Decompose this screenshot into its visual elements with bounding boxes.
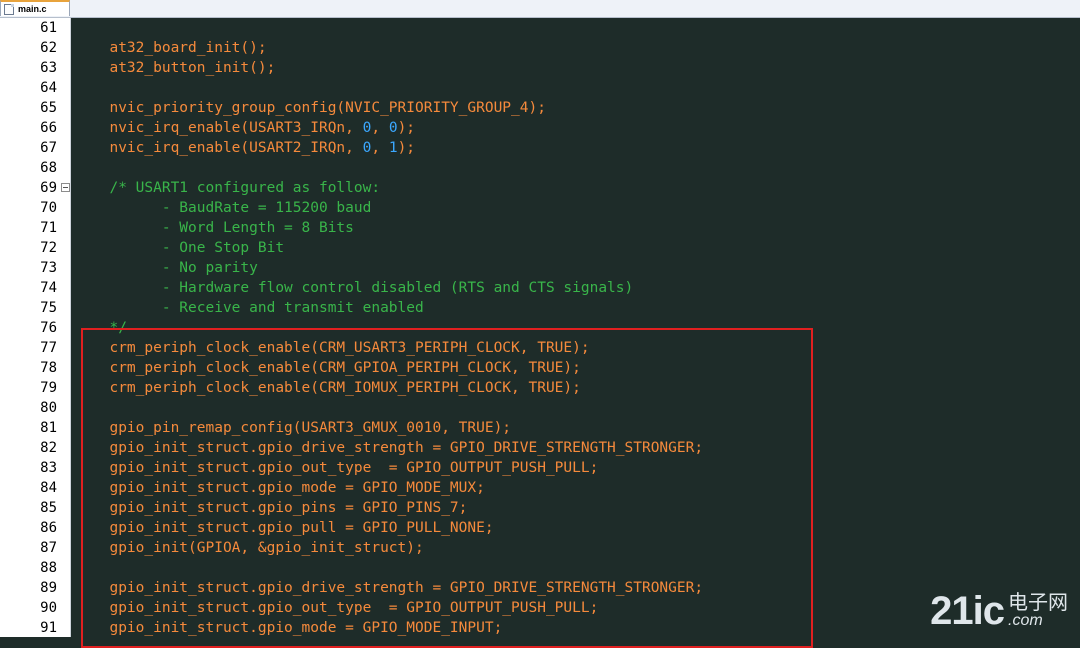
code-text: at32_board_init();	[92, 38, 267, 58]
code-token: nvic_irq_enable(USART2_IRQn,	[92, 140, 363, 156]
comment-token: - Receive and transmit enabled	[92, 300, 424, 316]
line-number: 79	[40, 380, 57, 396]
watermark-side: 电子网 .com	[1008, 591, 1068, 629]
code-text: - Receive and transmit enabled	[92, 298, 424, 318]
code-text: - BaudRate = 115200 baud	[92, 198, 372, 218]
line-number: 74	[40, 280, 57, 296]
number-token: 0	[388, 120, 398, 136]
code-line[interactable]: 64	[0, 78, 1080, 98]
line-number: 87	[40, 540, 57, 556]
tab-main-c[interactable]: main.c	[0, 0, 70, 16]
comment-token: - One Stop Bit	[92, 240, 285, 256]
line-number: 66	[40, 120, 57, 136]
line-number: 80	[40, 400, 57, 416]
code-text: - No parity	[92, 258, 258, 278]
line-number: 81	[40, 420, 57, 436]
number-token: 1	[388, 140, 398, 156]
code-line[interactable]: 75 - Receive and transmit enabled	[0, 298, 1080, 318]
code-line[interactable]: 70 - BaudRate = 115200 baud	[0, 198, 1080, 218]
code-text: nvic_irq_enable(USART2_IRQn, 0, 1);	[92, 138, 415, 158]
code-token: at32_button_init();	[92, 60, 276, 76]
file-icon	[4, 3, 14, 15]
line-number: 76	[40, 320, 57, 336]
highlight-box	[81, 328, 813, 648]
watermark-dot: .com	[1008, 612, 1043, 629]
code-text: at32_button_init();	[92, 58, 275, 78]
line-number: 75	[40, 300, 57, 316]
code-token: at32_board_init();	[92, 40, 267, 56]
line-number: 77	[40, 340, 57, 356]
code-line[interactable]: 74 - Hardware flow control disabled (RTS…	[0, 278, 1080, 298]
code-line[interactable]: 73 - No parity	[0, 258, 1080, 278]
line-number: 63	[40, 60, 57, 76]
line-number: 91	[40, 620, 57, 636]
code-token: );	[397, 140, 416, 156]
code-token: nvic_priority_group_config(NVIC_PRIORITY…	[92, 100, 546, 116]
code-line[interactable]: 62 at32_board_init();	[0, 38, 1080, 58]
code-text: nvic_irq_enable(USART3_IRQn, 0, 0);	[92, 118, 415, 138]
line-number: 67	[40, 140, 57, 156]
line-number: 61	[40, 20, 57, 36]
line-number: 68	[40, 160, 57, 176]
code-line[interactable]: 68	[0, 158, 1080, 178]
comment-token: - BaudRate = 115200 baud	[92, 200, 372, 216]
line-number: 70	[40, 200, 57, 216]
code-line[interactable]: 67 nvic_irq_enable(USART2_IRQn, 0, 1);	[0, 138, 1080, 158]
code-line[interactable]: 65 nvic_priority_group_config(NVIC_PRIOR…	[0, 98, 1080, 118]
line-number: 64	[40, 80, 57, 96]
line-number: 85	[40, 500, 57, 516]
code-text: /* USART1 configured as follow:	[92, 178, 380, 198]
comment-token: /* USART1 configured as follow:	[92, 180, 381, 196]
line-number: 90	[40, 600, 57, 616]
line-number: 72	[40, 240, 57, 256]
code-line[interactable]: 69 /* USART1 configured as follow:	[0, 178, 1080, 198]
code-token: nvic_irq_enable(USART3_IRQn,	[92, 120, 363, 136]
code-line[interactable]: 63 at32_button_init();	[0, 58, 1080, 78]
code-line[interactable]: 66 nvic_irq_enable(USART3_IRQn, 0, 0);	[0, 118, 1080, 138]
line-number: 73	[40, 260, 57, 276]
line-number: 78	[40, 360, 57, 376]
watermark-logo: 21ic 电子网 .com	[930, 591, 1068, 631]
code-token: ,	[371, 140, 389, 156]
line-number: 86	[40, 520, 57, 536]
watermark-cn: 电子网	[1008, 590, 1068, 614]
code-line[interactable]: 61	[0, 18, 1080, 38]
code-text: - Word Length = 8 Bits	[92, 218, 354, 238]
line-number: 88	[40, 560, 57, 576]
line-number: 82	[40, 440, 57, 456]
line-number: 89	[40, 580, 57, 596]
line-number: 71	[40, 220, 57, 236]
line-number: 69	[40, 180, 57, 196]
code-text: - One Stop Bit	[92, 238, 284, 258]
line-number: 83	[40, 460, 57, 476]
comment-token: - Hardware flow control disabled (RTS an…	[92, 280, 634, 296]
comment-token: - No parity	[92, 260, 258, 276]
fold-collapse-icon[interactable]	[61, 183, 70, 192]
code-token: ,	[371, 120, 389, 136]
line-number: 62	[40, 40, 57, 56]
watermark-main: 21ic	[930, 589, 1005, 633]
code-token: );	[397, 120, 416, 136]
line-number: 65	[40, 100, 57, 116]
code-text: - Hardware flow control disabled (RTS an…	[92, 278, 633, 298]
code-line[interactable]: 72 - One Stop Bit	[0, 238, 1080, 258]
code-line[interactable]: 71 - Word Length = 8 Bits	[0, 218, 1080, 238]
line-number: 84	[40, 480, 57, 496]
comment-token: - Word Length = 8 Bits	[92, 220, 354, 236]
tab-bar: main.c	[0, 0, 1080, 18]
tab-label: main.c	[18, 4, 47, 14]
code-text: nvic_priority_group_config(NVIC_PRIORITY…	[92, 98, 546, 118]
